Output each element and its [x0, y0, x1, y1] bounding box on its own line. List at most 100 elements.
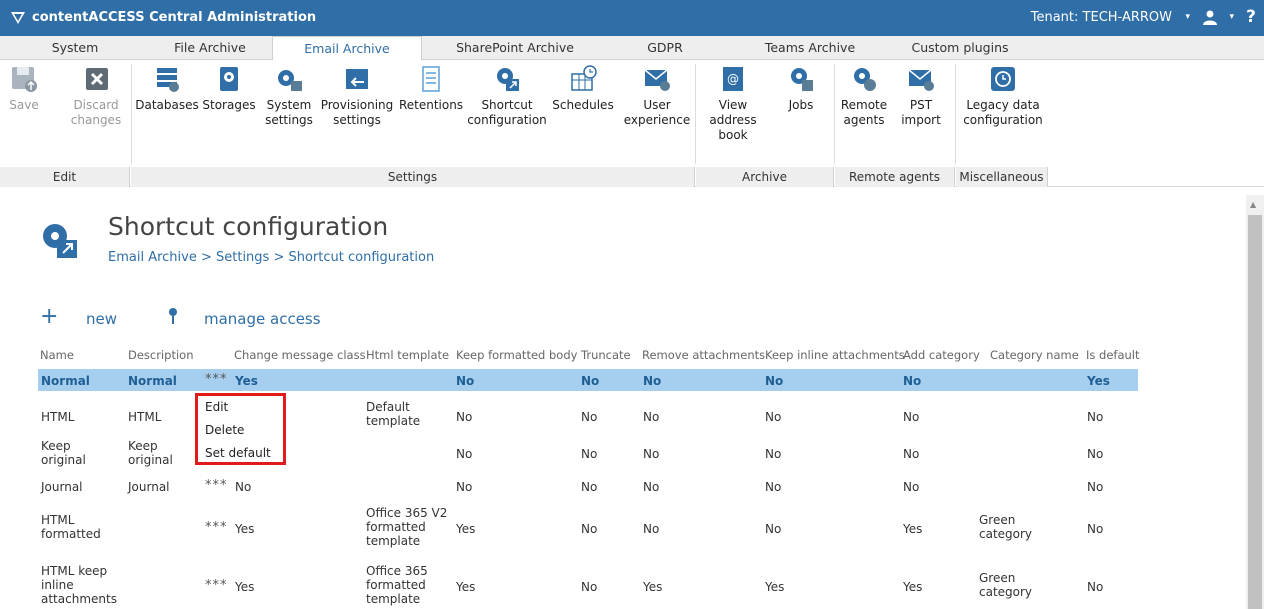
- cell-keep-inline-attachments: No: [765, 447, 782, 461]
- tab-system[interactable]: System: [0, 36, 150, 60]
- cell-is-default: No: [1087, 522, 1104, 536]
- ribbon-group-settings: Settings: [131, 167, 695, 187]
- system-settings-button[interactable]: System settings: [262, 64, 316, 128]
- context-menu-delete[interactable]: Delete: [205, 423, 244, 437]
- context-menu-edit[interactable]: Edit: [205, 400, 228, 414]
- manage-access-button[interactable]: manage access: [204, 310, 321, 328]
- schedules-button[interactable]: Schedules: [550, 64, 616, 113]
- context-menu-set-default[interactable]: Set default: [205, 446, 271, 460]
- cell-remove-attachments: No: [643, 410, 660, 424]
- cell-add-category: No: [903, 410, 920, 424]
- legacy-data-icon: [991, 67, 1015, 91]
- cell-description: HTML: [128, 410, 162, 424]
- cell-html-template: Office 365 V2 formatted template: [366, 506, 448, 548]
- cell-remove-attachments: No: [643, 522, 660, 536]
- cell-keep-inline-attachments: No: [765, 522, 782, 536]
- column-header-truncate[interactable]: Truncate: [581, 348, 631, 362]
- remote-agents-button[interactable]: Remote agents: [836, 64, 892, 128]
- shortcut-configuration-button[interactable]: Shortcut configuration: [466, 64, 548, 128]
- cell-truncate: No: [581, 480, 598, 494]
- user-experience-button[interactable]: User experience: [622, 64, 692, 128]
- cell-category-name: Green category: [979, 513, 1033, 541]
- schedules-icon: [571, 65, 597, 91]
- cell-html-template: Office 365 formatted template: [366, 564, 428, 606]
- tab-sharepoint-archive[interactable]: SharePoint Archive: [425, 36, 605, 60]
- tab-teams-archive[interactable]: Teams Archive: [730, 36, 890, 60]
- address-book-icon: @: [723, 67, 743, 91]
- ribbon-separator: [955, 64, 956, 164]
- scroll-up-icon[interactable]: ▲: [1250, 200, 1256, 209]
- cell-remove-attachments: No: [643, 480, 660, 494]
- cell-is-default: No: [1087, 480, 1104, 494]
- retentions-icon: [422, 66, 440, 92]
- page-title: Shortcut configuration: [108, 212, 389, 241]
- row-menu-button[interactable]: ***: [205, 372, 228, 387]
- cell-keep-inline-attachments: No: [765, 410, 782, 424]
- column-header-is-default[interactable]: Is default: [1086, 348, 1140, 362]
- save-button[interactable]: Save: [6, 64, 42, 113]
- chevron-down-icon[interactable]: ▾: [1185, 12, 1190, 22]
- column-header-html-template[interactable]: Html template: [366, 348, 449, 362]
- ribbon-group-miscellaneous: Miscellaneous: [956, 167, 1048, 187]
- user-experience-icon: [644, 69, 670, 91]
- help-icon[interactable]: ?: [1246, 7, 1256, 27]
- cell-truncate: No: [581, 580, 598, 594]
- cell-description: Keep original: [128, 439, 173, 467]
- column-header-name[interactable]: Name: [40, 348, 74, 362]
- column-header-remove-attachments[interactable]: Remove attachments: [642, 348, 765, 362]
- provisioning-settings-button[interactable]: Provisioning settings: [318, 64, 396, 128]
- jobs-icon: [791, 68, 813, 91]
- column-header-change-message-class[interactable]: Change message class: [234, 348, 366, 362]
- cell-add-category: No: [903, 374, 922, 388]
- vertical-scrollbar[interactable]: ▲: [1246, 195, 1264, 609]
- column-header-add-category[interactable]: Add category: [903, 348, 980, 362]
- plus-icon[interactable]: +: [40, 304, 58, 329]
- svg-text:@: @: [727, 72, 739, 86]
- cell-remove-attachments: Yes: [643, 580, 663, 594]
- cell-keep-formatted-body: Yes: [456, 580, 476, 594]
- column-header-keep-formatted-body[interactable]: Keep formatted body: [456, 348, 577, 362]
- view-address-book-button[interactable]: @ View address book: [696, 64, 770, 143]
- tab-gdpr[interactable]: GDPR: [610, 36, 720, 60]
- scrollbar-thumb[interactable]: [1248, 215, 1262, 609]
- ribbon-separator: [834, 64, 835, 164]
- column-header-description[interactable]: Description: [128, 348, 194, 362]
- app-title: contentACCESS Central Administration: [32, 10, 317, 25]
- cell-keep-formatted-body: Yes: [456, 522, 476, 536]
- databases-button[interactable]: Databases: [134, 64, 200, 113]
- retentions-button[interactable]: Retentions: [398, 64, 464, 113]
- storages-button[interactable]: Storages: [200, 64, 258, 113]
- cell-name: HTML: [41, 410, 75, 424]
- cell-truncate: No: [581, 410, 598, 424]
- user-icon[interactable]: [1202, 9, 1218, 25]
- cell-add-category: No: [903, 447, 920, 461]
- tenant-selector[interactable]: Tenant: TECH-ARROW: [1031, 10, 1172, 25]
- tab-email-archive[interactable]: Email Archive: [272, 36, 422, 61]
- row-menu-button[interactable]: ***: [205, 478, 228, 493]
- jobs-button[interactable]: Jobs: [776, 64, 826, 113]
- legacy-data-configuration-button[interactable]: Legacy data configuration: [958, 64, 1048, 128]
- cell-name: HTML keep inline attachments: [41, 564, 117, 606]
- row-menu-button[interactable]: ***: [205, 578, 228, 593]
- cell-remove-attachments: No: [643, 374, 662, 388]
- pin-icon[interactable]: [167, 307, 179, 325]
- tab-custom-plugins[interactable]: Custom plugins: [890, 36, 1030, 60]
- column-header-category-name[interactable]: Category name: [990, 348, 1079, 362]
- pst-import-button[interactable]: PST import: [896, 64, 946, 128]
- ribbon-group-remote-agents: Remote agents: [835, 167, 955, 187]
- system-settings-icon: [278, 70, 302, 91]
- discard-changes-button[interactable]: Discard changes: [68, 64, 124, 128]
- chevron-down-icon[interactable]: ▾: [1229, 12, 1234, 22]
- row-menu-button[interactable]: ***: [205, 520, 228, 535]
- breadcrumb[interactable]: Email Archive > Settings > Shortcut conf…: [108, 250, 434, 265]
- cell-keep-formatted-body: No: [456, 480, 473, 494]
- column-header-keep-inline-attachments[interactable]: Keep inline attachments: [765, 348, 905, 362]
- save-icon: [12, 67, 37, 92]
- cell-keep-inline-attachments: Yes: [765, 580, 785, 594]
- cell-truncate: No: [581, 522, 598, 536]
- database-icon: [157, 68, 179, 92]
- tab-file-archive[interactable]: File Archive: [150, 36, 270, 60]
- title-bar: contentACCESS Central Administration Ten…: [0, 0, 1264, 36]
- remote-agents-icon: [854, 68, 876, 91]
- new-button[interactable]: new: [86, 310, 117, 328]
